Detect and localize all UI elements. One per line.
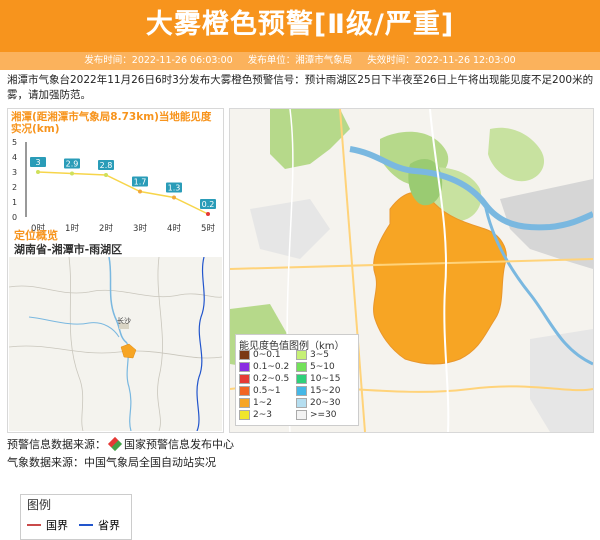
weather-data-source: 气象数据来源：中国气象局全国自动站实况 — [7, 456, 216, 469]
warning-meta-bar: 发布时间：2022-11-26 06:03:00 发布单位：湘潭市气象局 失效时… — [0, 52, 600, 70]
data-label: 3 — [35, 158, 40, 167]
y-tick-label: 2 — [12, 183, 17, 192]
visibility-legend-item: 0.1~0.2 — [239, 362, 289, 372]
data-label: 2.9 — [66, 160, 79, 169]
warning-title: 大雾橙色预警[Ⅱ级/严重] — [145, 9, 455, 40]
data-label: 1.3 — [168, 184, 181, 193]
issue-time: 发布时间：2022-11-26 06:03:00 — [84, 55, 233, 66]
data-point — [172, 195, 176, 200]
warning-source-label: 预警信息数据来源： — [7, 438, 106, 451]
warning-header: 大雾橙色预警[Ⅱ级/严重] — [0, 0, 600, 52]
visibility-legend-item: 0~0.1 — [239, 350, 281, 360]
visibility-legend-item: 0.2~0.5 — [239, 374, 289, 384]
data-point — [138, 189, 142, 194]
y-tick-label: 5 — [12, 138, 17, 147]
data-point — [70, 171, 74, 176]
issuer: 发布单位：湘潭市气象局 — [247, 55, 353, 66]
visibility-legend-item: 15~20 — [296, 386, 340, 396]
map-legend: 图例 国界 省界 — [20, 494, 132, 540]
data-point — [36, 170, 40, 174]
city-label-changsha: 长沙 — [117, 316, 131, 325]
y-tick-label: 3 — [12, 168, 17, 177]
visibility-series-line — [37, 171, 209, 215]
x-tick-label: 4时 — [167, 223, 181, 234]
y-tick-label: 0 — [12, 213, 17, 222]
legend-item-national-border: 国界 — [27, 517, 68, 533]
legend-title: 图例 — [27, 498, 52, 512]
location-region: 湖南省-湘潭市-雨湖区 — [14, 243, 123, 256]
visibility-legend-item: 10~15 — [296, 374, 340, 384]
visibility-legend-item: 0.5~1 — [239, 386, 281, 396]
visibility-chart: 01234530时2.91时2.82时1.73时1.34时0.25时 — [12, 138, 216, 234]
left-panel: 湘潭(距湘潭市气象局8.73km)当地能见度实况(km) 0 1 2 3 4 5 3 0时 2.… — [7, 108, 224, 540]
warning-source: 预警信息数据来源： 国家预警信息发布中心 — [7, 436, 234, 452]
data-label: 2.8 — [100, 161, 113, 170]
x-tick-label: 3时 — [133, 223, 147, 234]
visibility-legend-item: 5~10 — [296, 362, 335, 372]
warning-description: 湘潭市气象台2022年11月26日6时3分发布大雾橙色预警信号：预计雨湖区25日… — [7, 74, 594, 101]
data-point — [104, 173, 108, 177]
warning-center-logo-icon — [107, 436, 123, 452]
visibility-legend-item: >=30 — [296, 410, 337, 420]
data-label: 1.7 — [134, 178, 147, 187]
data-label: 0.2 — [202, 200, 215, 209]
x-tick-label: 2时 — [99, 223, 113, 234]
warning-source-name[interactable]: 国家预警信息发布中心 — [124, 436, 234, 452]
visibility-legend-item: 1~2 — [239, 398, 272, 408]
visibility-legend: 能见度色值图例（km） 0~0.1 3~5 0.1~0.2 5~10 0.2~0… — [235, 334, 359, 426]
visibility-legend-item: 3~5 — [296, 350, 329, 360]
visibility-legend-item: 20~30 — [296, 398, 340, 408]
data-point — [206, 212, 210, 216]
chart-title: 湘潭(距湘潭市气象局8.73km)当地能见度实况(km) — [11, 111, 212, 135]
overview-map[interactable]: 长沙 — [9, 257, 222, 431]
detail-map-panel[interactable]: 能见度色值图例（km） 0~0.1 3~5 0.1~0.2 5~10 0.2~0… — [229, 108, 594, 433]
x-tick-label: 5时 — [201, 223, 215, 234]
legend-item-province-border: 省界 — [79, 517, 120, 533]
x-tick-label: 1时 — [65, 223, 79, 234]
y-tick-label: 4 — [12, 153, 17, 162]
y-tick-label: 1 — [12, 198, 17, 207]
visibility-legend-item: 2~3 — [239, 410, 272, 420]
expire-time: 失效时间：2022-11-26 12:03:00 — [367, 55, 516, 66]
